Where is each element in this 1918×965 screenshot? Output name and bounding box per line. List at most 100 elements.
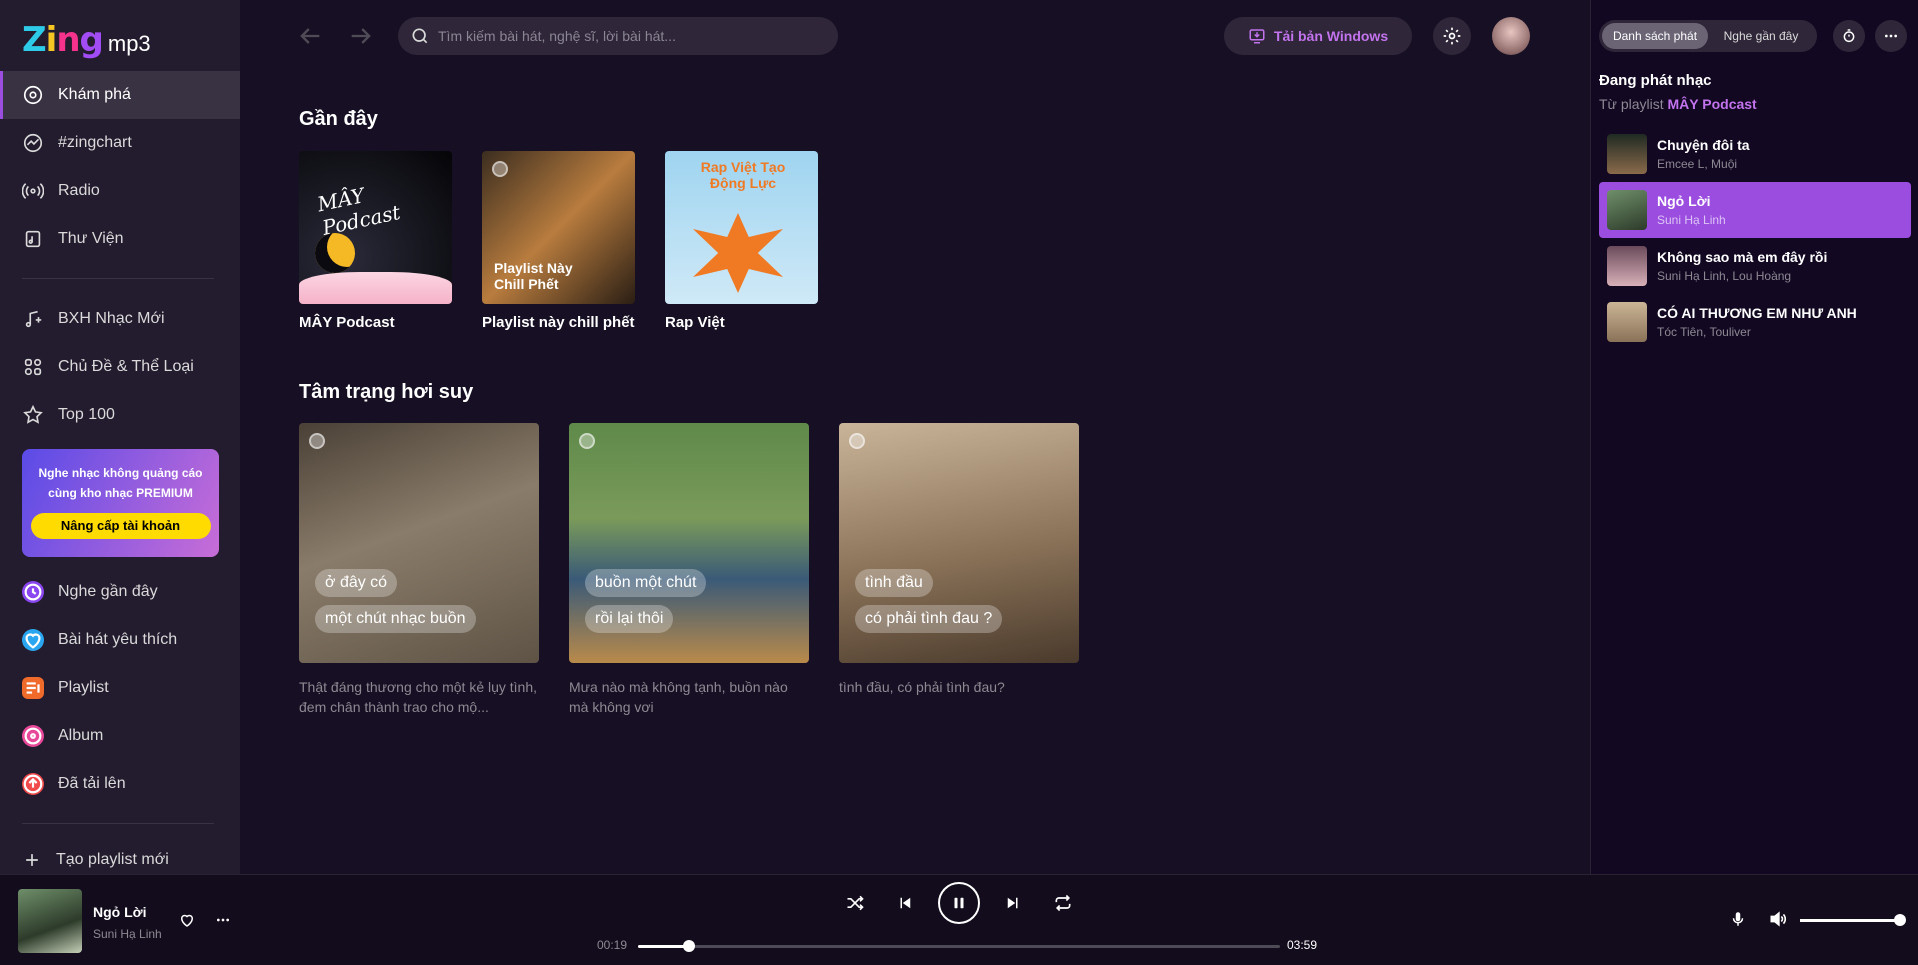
queue-item[interactable]: CÓ AI THƯƠNG EM NHƯ ANH Tóc Tiên, Toulive… [1599,294,1911,350]
download-icon [1249,29,1265,44]
sidebar-item-chu-de[interactable]: Chủ Đề & Thể Loại [0,343,240,391]
search-bar[interactable] [398,17,838,55]
card-cover: tình đầu có phải tình đau ? [839,423,1079,663]
cover-bubble: rồi lại thôi [585,605,674,633]
forward-arrow-icon[interactable] [347,22,375,50]
disc-icon [849,433,865,449]
progress-fill [638,945,690,948]
disc-icon [579,433,595,449]
pause-icon [954,897,964,909]
progress-knob[interactable] [683,940,696,952]
recent-card[interactable]: Rap Việt Tạo Động Lực Rap Việt [665,151,818,331]
sidebar-item-label: Top 100 [58,406,115,423]
pause-button[interactable] [938,882,980,924]
sidebar-item-zingchart[interactable]: #zingchart [0,119,240,167]
sidebar: Zing mp3 Khám phá #zingchart Radio Thư V… [0,0,240,874]
lyrics-button[interactable] [1727,908,1749,930]
history-icon [22,581,44,603]
card-title[interactable]: MÂY Podcast [299,314,452,331]
volume-icon [1770,911,1786,927]
cover-bubble: có phải tình đau ? [855,605,1003,633]
upload-icon [22,773,44,795]
sidebar-item-kham-pha[interactable]: Khám phá [0,71,240,119]
volume-slider[interactable] [1800,914,1906,926]
queue-item[interactable]: Không sao mà em đây rồi Suni Hạ Linh, Lou… [1599,238,1911,294]
player-more-button[interactable] [212,909,234,931]
mood-card[interactable]: tình đầu có phải tình đau ? tình đầu, có… [839,423,1079,697]
zing-mp3-logo[interactable]: Zing mp3 [22,20,151,60]
gear-icon [1443,27,1461,45]
sidebar-item-album[interactable]: Album [0,712,240,760]
recent-card[interactable]: MÂY Podcast MÂY Podcast [299,151,452,331]
like-button[interactable] [176,909,198,931]
sidebar-item-playlist[interactable]: Playlist [0,664,240,712]
plus-icon [26,854,38,866]
cover-bubble: ở đây có [315,569,398,597]
shuffle-button[interactable] [843,891,867,915]
repeat-button[interactable] [1051,891,1075,915]
disc-icon [23,85,43,105]
heart-icon [180,914,194,927]
song-artist: Emcee L, Muội [1657,157,1738,171]
player-bar: Ngỏ Lời Suni Hạ Linh 00:19 03:59 [0,874,1918,965]
cloud-shape [299,272,452,304]
cover-text: Playlist Này Chill Phết [494,260,573,292]
sidebar-item-thu-vien[interactable]: Thư Viện [0,215,240,263]
tab-recent[interactable]: Nghe gần đây [1708,23,1814,49]
sidebar-item-label: #zingchart [58,134,132,151]
song-title: Không sao mà em đây rồi [1657,249,1828,265]
star-icon [23,404,43,424]
download-label: Tải bản Windows [1273,28,1389,44]
more-options-button[interactable] [1875,20,1907,52]
now-playing-thumb[interactable] [18,889,82,953]
sidebar-item-radio[interactable]: Radio [0,167,240,215]
card-title[interactable]: Rap Việt [665,314,818,331]
timer-button[interactable] [1833,20,1865,52]
upgrade-button[interactable]: Nâng cấp tài khoản [30,513,211,539]
sidebar-item-top-100[interactable]: Top 100 [0,391,240,439]
settings-button[interactable] [1433,17,1471,55]
mood-section-title: Tâm trạng hơi suy [299,381,474,403]
mood-card[interactable]: buồn một chút rồi lại thôi Mưa nào mà kh… [569,423,809,717]
create-playlist-label: Tạo playlist mới [56,851,169,868]
from-playlist-link[interactable]: MÂY Podcast [1668,96,1757,112]
queue-item-active[interactable]: Ngỏ Lời Suni Hạ Linh [1599,182,1911,238]
sidebar-item-da-tai-len[interactable]: Đã tải lên [0,760,240,808]
queue-item[interactable]: Chuyện đôi ta Emcee L, Muội [1599,126,1911,182]
previous-button[interactable] [893,891,917,915]
create-playlist-button[interactable]: Tạo playlist mới [22,850,169,870]
sidebar-item-bxh-nhac-moi[interactable]: BXH Nhạc Mới [0,295,240,343]
user-avatar[interactable] [1492,17,1530,55]
progress-bar[interactable] [638,940,1280,952]
skip-back-icon [900,897,911,909]
sidebar-item-label: Khám phá [58,86,131,103]
card-title[interactable]: Playlist này chill phết [482,314,635,331]
sidebar-item-nghe-gan-day[interactable]: Nghe gần đây [0,568,240,616]
download-windows-button[interactable]: Tải bản Windows [1224,17,1412,55]
now-playing-artist[interactable]: Suni Hạ Linh [93,927,162,941]
sidebar-item-bai-hat-yeu-thich[interactable]: Bài hát yêu thích [0,616,240,664]
back-arrow-icon[interactable] [296,22,324,50]
cover-text: Rap Việt Tạo Động Lực [700,159,786,191]
recent-card[interactable]: Playlist Này Chill Phết Playlist này chi… [482,151,635,331]
volume-knob[interactable] [1894,914,1906,926]
next-button[interactable] [1001,891,1025,915]
card-description: Thật đáng thương cho một kẻ lụy tình, đe… [299,679,538,715]
sidebar-item-label: BXH Nhạc Mới [58,310,165,327]
now-playing-title[interactable]: Ngỏ Lời [93,904,147,920]
card-cover: Playlist Này Chill Phết [482,151,635,304]
song-title: CÓ AI THƯƠNG EM NHƯ ANH [1657,305,1857,321]
tab-playlist[interactable]: Danh sách phát [1602,23,1708,49]
search-input[interactable] [438,28,818,44]
song-title: Chuyện đôi ta [1657,137,1750,153]
queue-panel: Danh sách phát Nghe gần đây Đang phát nh… [1590,0,1918,874]
music-plus-icon [25,310,42,328]
duration: 03:59 [1287,938,1318,952]
premium-text: Nghe nhạc không quảng cáo cùng kho nhạc … [38,466,203,500]
search-icon [412,28,428,44]
mood-card[interactable]: ở đây có một chút nhạc buồn Thật đáng th… [299,423,539,717]
app: Zing mp3 Khám phá #zingchart Radio Thư V… [0,0,1918,965]
volume-button[interactable] [1767,908,1789,930]
disc-icon [309,433,325,449]
card-cover: MÂY Podcast [299,151,452,304]
